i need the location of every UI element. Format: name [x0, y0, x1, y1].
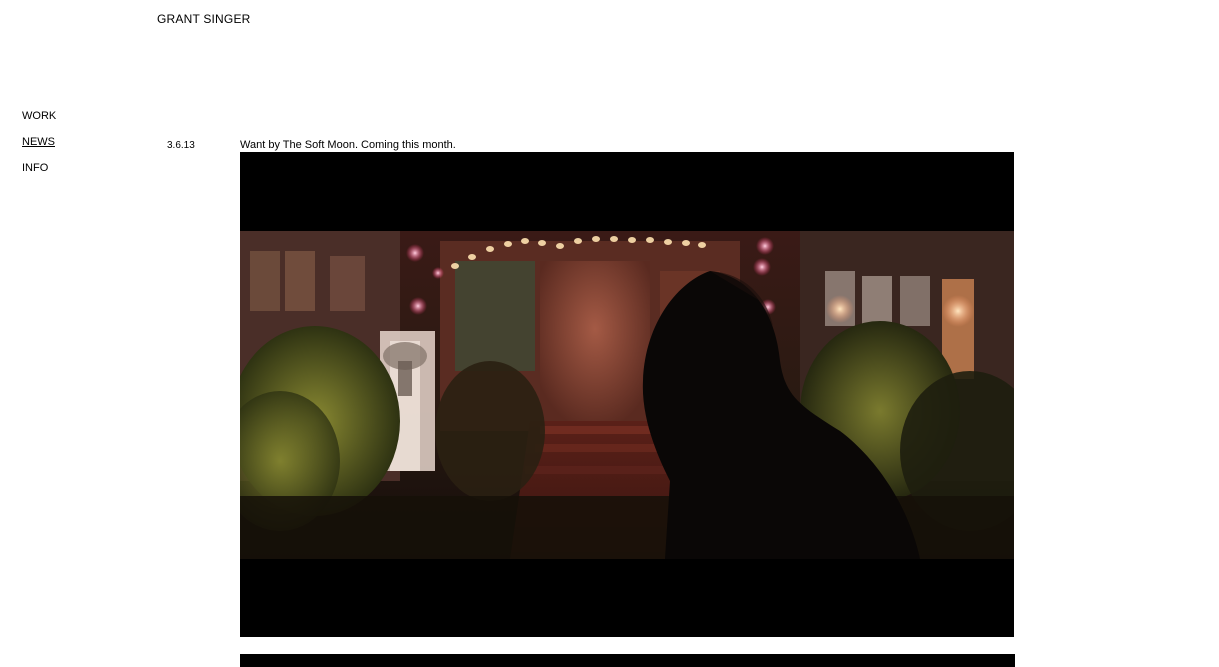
- nav-item-info: INFO: [22, 162, 56, 175]
- page: GRANT SINGER WORK NEWS INFO 3.6.13 Want …: [0, 0, 1219, 667]
- video-still-image: [240, 231, 1014, 559]
- nav-link-info[interactable]: INFO: [22, 162, 48, 174]
- video-player[interactable]: [240, 152, 1014, 637]
- post-date: 3.6.13: [167, 140, 195, 151]
- nav-link-news[interactable]: NEWS: [22, 136, 55, 148]
- nav-item-news: NEWS: [22, 136, 56, 149]
- nav-link-work[interactable]: WORK: [22, 110, 56, 122]
- site-title[interactable]: GRANT SINGER: [157, 12, 251, 26]
- video-player-next[interactable]: [240, 654, 1015, 667]
- nav-item-work: WORK: [22, 110, 56, 123]
- post-caption: Want by The Soft Moon. Coming this month…: [240, 139, 456, 151]
- main-nav: WORK NEWS INFO: [22, 110, 56, 188]
